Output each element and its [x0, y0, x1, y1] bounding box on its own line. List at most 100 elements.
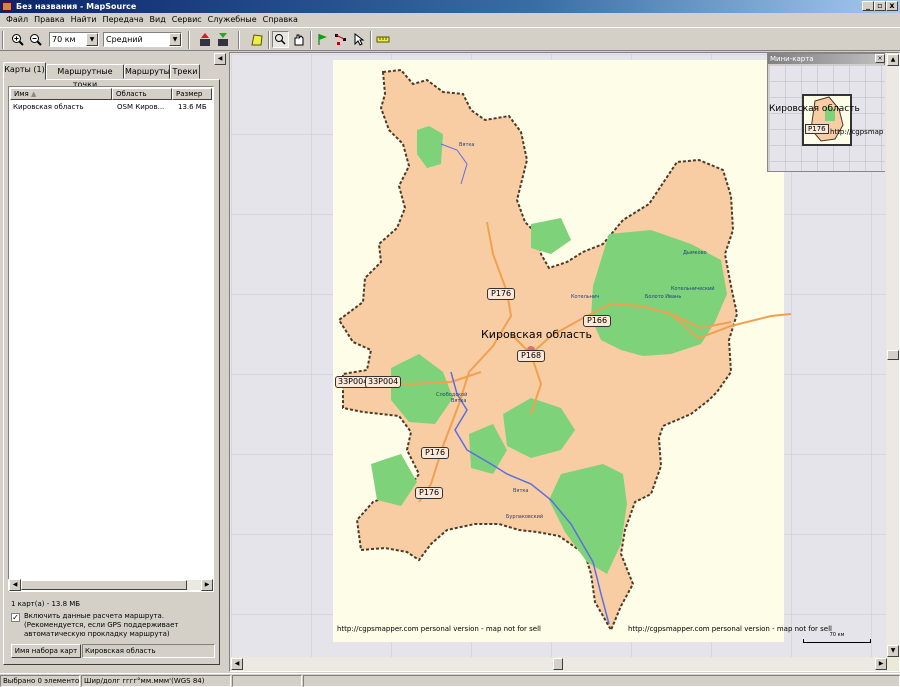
tab-tracks[interactable]: Треки	[170, 64, 200, 79]
shield-p176: P176	[415, 487, 444, 499]
scroll-right-button[interactable]: ▶	[875, 658, 887, 670]
tab-routes[interactable]: Маршруты	[124, 64, 170, 79]
scale-label: 70 км	[829, 632, 845, 638]
place-label: Бурлаковский	[506, 514, 544, 520]
scroll-left-button[interactable]: ◀	[231, 658, 243, 670]
scroll-left-button[interactable]: ◀	[9, 579, 21, 591]
menu-utilities[interactable]: Служебные	[205, 13, 260, 26]
status-coordinates: Шир/долг гггг°мм.ммм'(WGS 84)	[81, 675, 231, 687]
shield-p176: P176	[421, 447, 450, 459]
status-selection: Выбрано 0 элементов	[0, 675, 80, 687]
scroll-thumb[interactable]	[21, 580, 187, 590]
app-icon	[2, 2, 12, 11]
menu-transfer[interactable]: Передача	[100, 13, 147, 26]
status-pane	[303, 675, 900, 687]
place-label: Вятка	[459, 142, 475, 148]
scroll-up-button[interactable]: ▲	[887, 54, 899, 66]
minimap-url: http://cgpsmapp	[830, 128, 884, 136]
scroll-thumb[interactable]	[553, 658, 563, 670]
place-label: Вятка	[451, 398, 467, 404]
place-label: Дымково	[683, 250, 707, 256]
menu-view[interactable]: Вид	[147, 13, 169, 26]
scroll-thumb[interactable]	[887, 350, 899, 360]
scale-bar: 70 км	[803, 632, 871, 646]
minimap-title: Мини-карта	[770, 55, 814, 63]
close-button[interactable]: x	[886, 1, 898, 11]
route-data-checkbox[interactable]: ✓	[11, 613, 20, 622]
status-bar: Выбрано 0 элементов Шир/долг гггг°мм.ммм…	[0, 673, 900, 687]
route-tool-icon[interactable]	[332, 31, 349, 48]
toolbar-separator	[188, 31, 190, 49]
shield-33p004: 33P004	[365, 376, 402, 388]
scroll-right-button[interactable]: ▶	[201, 579, 213, 591]
mapset-name-button[interactable]: Имя набора карт	[11, 644, 81, 658]
minimap-shield: P176	[805, 124, 829, 134]
shield-p168: P168	[517, 350, 546, 362]
chevron-down-icon[interactable]: ▼	[86, 33, 98, 46]
detail-combo[interactable]: Средний ▼	[103, 32, 182, 47]
scale-ruler	[803, 639, 871, 643]
checkbox-label-text: Включить данные расчета маршрута.	[24, 612, 165, 620]
menu-find[interactable]: Найти	[68, 13, 100, 26]
zoom-out-icon[interactable]	[27, 31, 44, 48]
status-pane	[232, 675, 302, 687]
distance-ruler-icon[interactable]	[374, 31, 391, 48]
tab-maps[interactable]: Карты (1)	[3, 62, 46, 80]
pointer-tool-icon[interactable]	[350, 31, 367, 48]
hand-tool-icon[interactable]	[290, 31, 307, 48]
send-to-device-icon[interactable]	[214, 31, 231, 48]
minimap-region-label: Кировская область	[769, 104, 860, 114]
minimize-button[interactable]: _	[862, 1, 874, 11]
row-name: Кировская область	[13, 103, 84, 111]
mapset-name-field[interactable]: Кировская область	[82, 644, 215, 658]
map-select-icon[interactable]	[248, 31, 265, 48]
menu-help[interactable]: Справка	[260, 13, 301, 26]
restore-button[interactable]: ▫	[874, 1, 886, 11]
toolbar-separator	[310, 31, 312, 49]
menu-bar: Файл Правка Найти Передача Вид Сервис Служебны…	[0, 13, 900, 26]
panel-collapse-button[interactable]: ◀	[214, 53, 226, 65]
menu-service[interactable]: Сервис	[169, 13, 205, 26]
minimap-title-bar: Мини-карта	[768, 54, 884, 64]
waypoint-flag-icon[interactable]	[314, 31, 331, 48]
checkbox-label: Включить данные расчета маршрута. (Реком…	[24, 612, 214, 639]
zoom-in-icon[interactable]	[9, 31, 26, 48]
shield-p176: P176	[487, 288, 516, 300]
column-header-name[interactable]: Имя ▲	[10, 88, 112, 100]
minimap-close-button[interactable]: ×	[875, 54, 885, 63]
receive-from-device-icon[interactable]	[196, 31, 213, 48]
sort-arrow-icon: ▲	[30, 90, 37, 98]
shield-p166: P166	[583, 315, 612, 327]
place-label: Котельнич	[571, 294, 600, 300]
place-label: Котельнический	[671, 286, 715, 292]
scale-combo[interactable]: 70 км ▼	[49, 32, 99, 47]
list-horizontal-scrollbar[interactable]: ◀ ▶	[8, 579, 214, 591]
row-size: 13.6 МБ	[178, 103, 207, 111]
scroll-down-button[interactable]: ▼	[887, 645, 899, 657]
region-name-label: Кировская область	[481, 328, 592, 341]
copyright-left: http://cgpsmapper.com personal version -…	[337, 625, 541, 633]
map-vertical-scrollbar[interactable]: ▲ ▼	[887, 54, 899, 657]
menu-file[interactable]: Файл	[3, 13, 31, 26]
toolbar-separator	[370, 31, 372, 49]
column-header-size[interactable]: Размер	[172, 88, 212, 100]
toolbar: 70 км ▼ Средний ▼	[0, 27, 900, 51]
chevron-down-icon[interactable]: ▼	[169, 33, 181, 46]
maps-summary: 1 карт(а) - 13.8 МБ	[11, 600, 81, 608]
place-label: Болото Ивань	[645, 294, 682, 300]
window-title: Без названия - MapSource	[16, 2, 137, 11]
scale-value: 70 км	[52, 35, 76, 44]
maps-list[interactable]: Имя ▲ Область Размер Кировская область O…	[8, 86, 214, 592]
copyright-right: http://cgpsmapper.com personal version -…	[628, 625, 832, 633]
column-header-area[interactable]: Область	[112, 88, 172, 100]
minimap-graphics	[769, 65, 885, 171]
left-panel: ◀ Карты (1) Маршрутные точки Маршруты Тр…	[0, 52, 226, 672]
menu-edit[interactable]: Правка	[31, 13, 67, 26]
tab-waypoints[interactable]: Маршрутные точки	[46, 64, 124, 89]
map-horizontal-scrollbar[interactable]: ◀ ▶	[231, 658, 887, 670]
minimap-panel[interactable]: Мини-карта × Кировская область P176 http…	[767, 53, 885, 172]
row-area: OSM Киров...	[117, 103, 165, 111]
place-label: Вятка	[513, 488, 529, 494]
zoom-tool-icon[interactable]	[272, 31, 289, 48]
checkbox-note: (Рекомендуется, если GPS поддерживает ав…	[24, 621, 179, 638]
